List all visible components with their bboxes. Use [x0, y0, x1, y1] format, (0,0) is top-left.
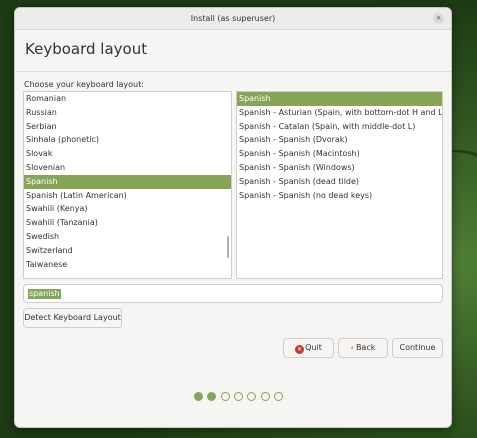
search-input-value: spanish [28, 289, 61, 299]
variant-list-item[interactable]: Spanish - Asturian (Spain, with bottom-d… [237, 106, 442, 120]
variant-list-item[interactable]: Spanish - Spanish (Macintosh) [237, 147, 442, 161]
layout-list-item[interactable]: Serbian [24, 120, 231, 134]
progress-dot [193, 392, 203, 401]
layout-list-item[interactable]: Slovak [24, 147, 231, 161]
progress-indicator [0, 392, 477, 401]
layout-list-item[interactable]: Sinhala (phonetic) [24, 133, 231, 147]
progress-dot [247, 392, 257, 401]
progress-dot [260, 392, 270, 401]
progress-dot [234, 392, 243, 401]
layout-list-item[interactable]: Russian [24, 106, 231, 120]
progress-dot [274, 392, 284, 401]
layout-list-item[interactable]: Taiwanese [24, 258, 231, 272]
back-label: Back [355, 343, 376, 352]
variant-list-item[interactable]: Spanish - Spanish (Windows) [237, 161, 442, 175]
layout-list-item[interactable]: Switzerland [24, 244, 231, 258]
layout-list-item[interactable]: Swedish [24, 230, 231, 244]
page-title: Keyboard layout [25, 40, 148, 58]
layout-list-item[interactable]: Swahili (Kenya) [24, 202, 231, 216]
layout-prompt: Choose your keyboard layout: [24, 80, 144, 89]
layout-list-item[interactable]: Swahili (Tanzania) [24, 216, 231, 230]
layout-list[interactable]: Romanian Russian Serbian Sinhala (phonetic)… [23, 91, 232, 279]
layout-list-item[interactable]: Romanian [24, 92, 231, 106]
layout-list-item[interactable]: Spanish [24, 174, 231, 189]
quit-button[interactable]: ✕ Quit [283, 338, 334, 358]
variant-list-item[interactable]: Spanish - Spanish (dead tilde) [237, 175, 442, 189]
variant-list-item[interactable]: Spanish - Spanish (no dead keys) [237, 189, 442, 203]
layout-list-scrollbar[interactable] [227, 236, 229, 258]
variant-list-item[interactable]: Spanish [237, 92, 442, 106]
variant-list-item[interactable]: Spanish - Catalan (Spain, with middle-do… [237, 120, 442, 134]
layout-list-item[interactable]: Slovenian [24, 161, 231, 175]
layout-list-item[interactable]: Spanish (Latin American) [24, 189, 231, 203]
search-input[interactable]: spanish [23, 284, 443, 303]
quit-label: Quit [305, 343, 322, 352]
variant-list-item[interactable]: Spanish - Spanish (Dvorak) [237, 133, 442, 147]
continue-button[interactable]: Continue [392, 338, 443, 358]
back-button[interactable]: ‹ Back [338, 338, 388, 358]
back-arrow-icon: ‹ [350, 343, 354, 352]
close-icon[interactable]: × [433, 13, 444, 24]
progress-dot [207, 392, 217, 401]
quit-icon: ✕ [295, 345, 305, 354]
variant-list[interactable]: Spanish Spanish - Asturian (Spain, with b… [236, 91, 443, 279]
detect-layout-button[interactable]: Detect Keyboard Layout [23, 308, 122, 328]
progress-dot [220, 392, 230, 401]
title-bar[interactable]: Install (as superuser) × [15, 8, 451, 30]
window-title: Install (as superuser) [190, 14, 276, 23]
